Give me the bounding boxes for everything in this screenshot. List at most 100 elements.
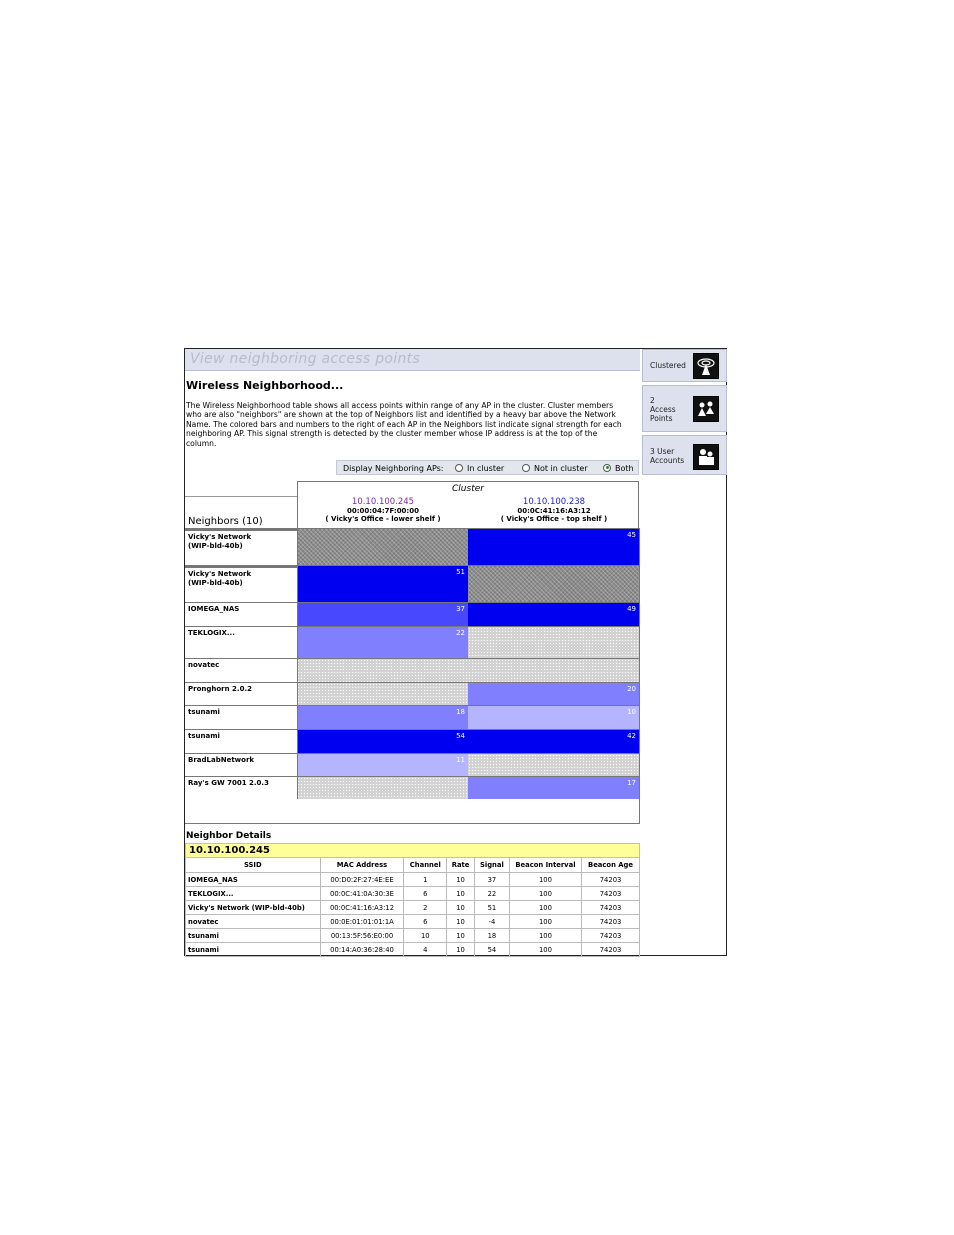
table-cell: 4 [403,942,448,957]
details-column-header[interactable]: Signal [474,858,510,873]
sidebar-user-accounts-button[interactable]: 3 User Accounts [642,435,727,475]
details-body: IOMEGA_NAS 00:D0:2F:27:4E:EE 1 10 37 100 74203… [185,872,640,957]
signal-value: 22 [456,629,465,637]
sidebar-access-points-button[interactable]: 2 Access Points [642,385,727,432]
details-column-header[interactable]: SSID [185,858,321,873]
neighbor-name: TEKLOGIX... [185,626,297,658]
signal-value: 51 [456,568,465,576]
cluster-header: Cluster 10.10.100.245 00:00:04:7F:00:00 … [297,481,639,528]
table-cell: novatec [185,914,321,929]
sidebar-label: Clustered [650,361,686,370]
signal-bar: 51 [297,565,468,602]
signal-cell-empty [468,626,639,658]
filter-option-label: Not in cluster [534,464,588,473]
table-cell: 10 [446,942,476,957]
neighbor-name: Pronghorn 2.0.2 [185,682,297,705]
details-column-header[interactable]: MAC Address [319,858,405,873]
table-cell: 100 [508,872,583,887]
table-row: tsunami 00:14:A0:36:28:40 4 10 54 100 74203 [185,942,640,957]
table-cell: 100 [508,886,583,901]
cluster-title: Cluster [452,484,484,494]
signal-value: 42 [627,732,636,740]
access-points-icon [693,396,719,422]
table-cell: 100 [508,900,583,915]
signal-bar: 42 [468,729,639,753]
table-cell: 10 [446,928,476,943]
table-cell: 51 [474,900,510,915]
table-cell: 10 [446,886,476,901]
signal-bar: 17 [468,776,639,799]
table-row: novatec 00:0E:01:01:01:1A 6 10 -4 100 74203 [185,914,640,929]
title-bar: View neighboring access points [185,349,640,371]
details-column-header[interactable]: Channel [403,858,448,873]
cluster-member-mac: 00:00:04:7F:00:00 [347,506,419,515]
details-column-header[interactable]: Beacon Interval [508,858,583,873]
signal-bar: 45 [468,528,639,565]
signal-value: 49 [627,605,636,613]
signal-value: 37 [456,605,465,613]
neighbor-name: IOMEGA_NAS [185,602,297,626]
table-cell: 18 [474,928,510,943]
table-row: TEKLOGIX... 00:0C:41:0A:30:3E 6 10 22 100 7420… [185,886,640,901]
table-cell: Vicky's Network (WIP-bld-40b) [185,900,321,915]
cluster-member-ip[interactable]: 10.10.100.245 [298,498,468,507]
sidebar-clustered-button[interactable]: Clustered [642,349,727,382]
filter-option-label: In cluster [467,464,505,473]
signal-value: 11 [456,756,465,764]
details-column-header[interactable]: Rate [446,858,476,873]
table-row: tsunami 00:13:5F:56:E0:00 10 10 18 100 74203 [185,928,640,943]
table-cell: 54 [474,942,510,957]
table-cell: 74203 [581,914,640,929]
filter-label: Display Neighboring APs: [343,464,444,473]
neighbor-filter: Display Neighboring APs: In cluster Not … [336,460,639,475]
signal-bar: 18 [297,705,468,729]
cluster-member-mac: 00:0C:41:16:A3:12 [517,506,591,515]
window-frame: View neighboring access points Wireless … [184,348,727,957]
section-heading: Wireless Neighborhood... [186,379,344,392]
signal-cell-empty [297,776,468,799]
table-cell: 00:D0:2F:27:4E:EE [319,872,405,887]
details-header-row: SSID MAC Address Channel Rate Signal Beacon I… [185,858,640,873]
radio-in-cluster[interactable] [455,463,463,472]
table-cell: IOMEGA_NAS [185,872,321,887]
table-cell: 74203 [581,900,640,915]
filter-option-label: Both [615,464,634,473]
signal-cell-empty [468,753,639,776]
signal-cell-empty [468,658,639,682]
table-cell: 74203 [581,872,640,887]
table-cell: 00:0C:41:0A:30:3E [319,886,405,901]
table-cell: 00:0E:01:01:01:1A [319,914,405,929]
radio-not-in-cluster[interactable] [522,463,530,472]
table-cell: 74203 [581,942,640,957]
cluster-antenna-icon [693,353,719,379]
cluster-member-location: ( Vicky's Office - lower shelf ) [325,515,441,523]
filter-both[interactable]: Both [603,461,634,476]
neighbor-details-ip: 10.10.100.245 [185,843,640,858]
filter-in-cluster[interactable]: In cluster [455,461,504,476]
table-cell: 10 [446,914,476,929]
table-cell: 100 [508,914,583,929]
table-cell: 10 [446,900,476,915]
table-cell: 74203 [581,928,640,943]
neighbor-details-title: Neighbor Details [186,831,272,841]
signal-value: 54 [456,732,465,740]
signal-bar: 10 [468,705,639,729]
signal-bar: 22 [297,626,468,658]
table-row: Vicky's Network (WIP-bld-40b) 00:0C:41:16… [185,900,640,915]
grid-divider [297,528,298,799]
page-title: View neighboring access points [190,351,421,367]
cluster-member-ip[interactable]: 10.10.100.238 [469,498,639,507]
details-column-header[interactable]: Beacon Age [581,858,640,873]
signal-cell-empty [297,682,468,705]
signal-bar: 54 [297,729,468,753]
table-cell: 10 [403,928,448,943]
table-cell: 37 [474,872,510,887]
filter-not-in-cluster[interactable]: Not in cluster [522,461,588,476]
table-cell: -4 [474,914,510,929]
table-cell: 74203 [581,886,640,901]
table-row: IOMEGA_NAS 00:D0:2F:27:4E:EE 1 10 37 100 74203 [185,872,640,887]
radio-both[interactable] [603,463,611,472]
table-cell: tsunami [185,942,321,957]
table-cell: TEKLOGIX... [185,886,321,901]
cluster-member-location: ( Vicky's Office - top shelf ) [500,515,608,523]
